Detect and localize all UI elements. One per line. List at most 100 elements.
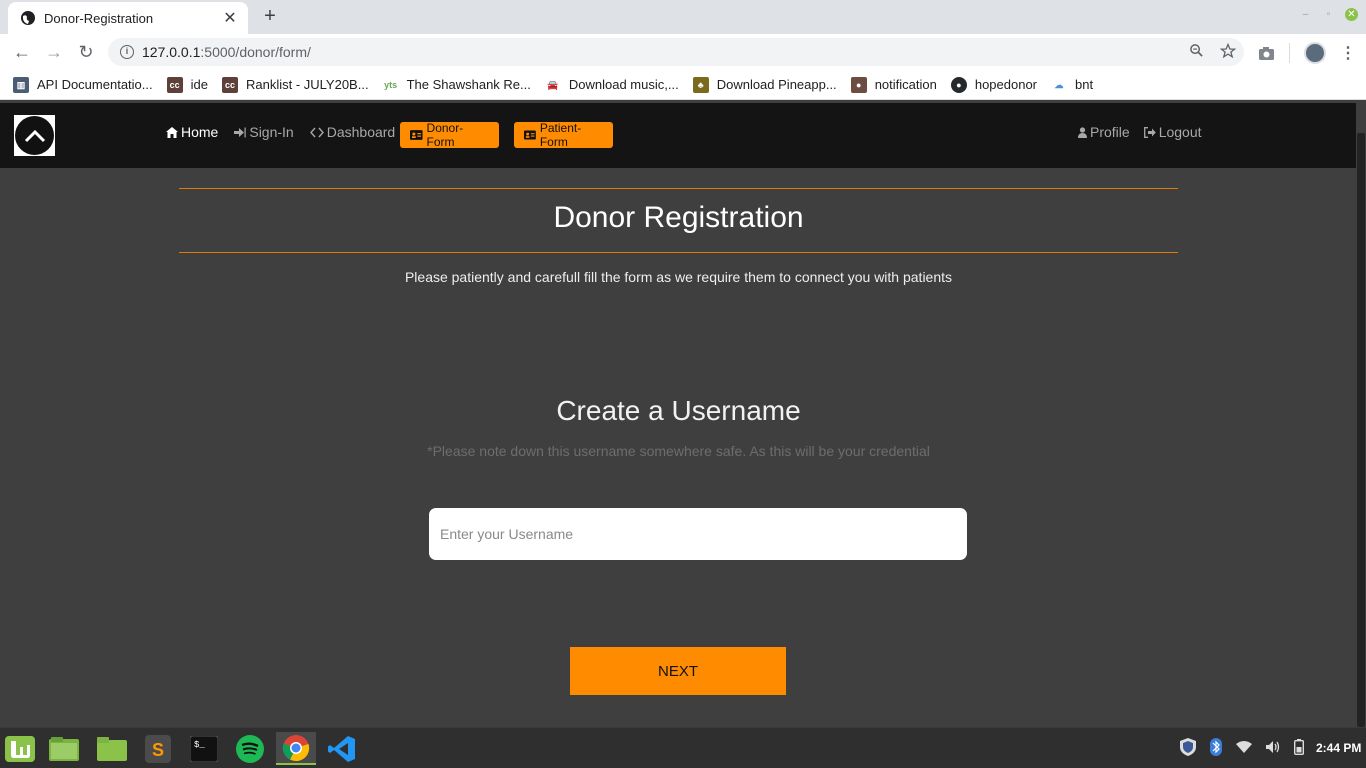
url-host: 127.0.0.1 <box>142 44 201 60</box>
scrollbar-thumb[interactable] <box>1357 133 1365 727</box>
codechef-icon: cc <box>166 76 183 93</box>
nav-signin[interactable]: Sign-In <box>234 124 294 140</box>
step-title: Create a Username <box>556 395 801 426</box>
nav-home-label: Home <box>181 124 219 140</box>
site-navbar: Home Sign-In Dashboard Donor-Form Patien… <box>0 103 1356 168</box>
camera-icon[interactable] <box>1258 46 1275 61</box>
terminal-icon: $_ <box>190 735 218 762</box>
user-icon <box>1078 126 1087 138</box>
car-icon: 🚘 <box>547 79 559 90</box>
taskbar-sublime[interactable]: S <box>138 732 178 765</box>
pineapple-icon: ♣ <box>692 76 709 93</box>
reload-icon[interactable]: ↻ <box>74 40 98 64</box>
codechef-icon: cc <box>221 76 238 93</box>
globe-icon <box>21 11 35 25</box>
bookmarks-bar: ▥ API Documentatio... cc ide cc Ranklist - … <box>0 70 1366 100</box>
page-viewport: Home Sign-In Dashboard Donor-Form Patien… <box>0 103 1366 727</box>
bookmark-item[interactable]: ● hopedonor <box>950 76 1037 93</box>
id-card-icon <box>410 130 423 140</box>
cloud-icon: ☁ <box>1054 79 1064 90</box>
bookmark-item[interactable]: ♣ Download Pineapp... <box>692 76 837 93</box>
shield-icon[interactable] <box>1180 738 1196 756</box>
bookmark-item[interactable]: ● notification <box>850 76 937 93</box>
nav-home[interactable]: Home <box>166 124 218 140</box>
page-title: Donor Registration <box>553 201 804 234</box>
bookmark-item[interactable]: 🚘 Download music,... <box>545 77 678 93</box>
bluetooth-icon[interactable] <box>1210 738 1222 756</box>
taskbar: S $_ 2:44 PM <box>0 727 1366 768</box>
page-subtitle: Please patiently and carefull fill the f… <box>404 269 953 285</box>
profile-avatar[interactable] <box>1304 42 1326 64</box>
taskbar-chrome[interactable] <box>276 732 316 765</box>
spotify-icon <box>236 734 264 763</box>
battery-icon[interactable] <box>1294 739 1304 755</box>
volume-icon[interactable] <box>1266 740 1280 754</box>
new-tab-button[interactable]: + <box>258 6 282 28</box>
files-icon <box>49 736 79 761</box>
sublime-text-icon: S <box>145 734 171 763</box>
photo-icon: ● <box>850 76 867 93</box>
site-logo[interactable] <box>14 115 55 156</box>
mint-menu-icon <box>5 735 35 762</box>
page-scrollbar[interactable] <box>1356 103 1366 727</box>
close-tab-icon[interactable]: ✕ <box>222 8 238 28</box>
nav-profile[interactable]: Profile <box>1078 124 1130 140</box>
logout-icon <box>1143 126 1156 138</box>
home-icon <box>166 126 178 138</box>
nav-logout-label: Logout <box>1158 124 1202 140</box>
info-icon[interactable]: i <box>120 45 134 59</box>
nav-dashboard[interactable]: Dashboard <box>309 124 396 140</box>
url-path: :5000/donor/form/ <box>200 44 311 60</box>
id-card-icon <box>524 130 536 140</box>
svg-text:S: S <box>152 740 164 760</box>
title-divider-bottom <box>179 252 1178 253</box>
mint-menu-button[interactable] <box>0 732 40 765</box>
taskbar-spotify[interactable] <box>230 732 270 765</box>
back-arrow-icon[interactable]: ← <box>10 40 34 64</box>
zoom-icon[interactable] <box>1189 43 1204 58</box>
bookmark-star-icon[interactable] <box>1220 43 1236 59</box>
code-icon <box>309 127 324 137</box>
window-controls: – ▫ ✕ <box>1299 8 1358 21</box>
step-note: *Please note down this username somewher… <box>427 443 930 459</box>
maximize-icon[interactable]: ▫ <box>1322 8 1335 21</box>
close-window-icon[interactable]: ✕ <box>1345 8 1358 21</box>
bookmark-item[interactable]: cc ide <box>166 76 208 93</box>
svg-text:$_: $_ <box>194 740 205 750</box>
bookmark-item[interactable]: ☁ bnt <box>1051 77 1094 93</box>
toolbar-divider <box>1289 43 1290 63</box>
tab-strip: Donor-Registration ✕ + – ▫ ✕ <box>0 0 1366 34</box>
browser-toolbar: ← → ↻ i 127.0.0.1:5000/donor/form/ ⋮ <box>0 34 1366 70</box>
bookmark-item[interactable]: ▥ API Documentatio... <box>13 76 153 93</box>
bookmark-item[interactable]: cc Ranklist - JULY20B... <box>221 76 369 93</box>
chrome-icon <box>282 734 310 761</box>
vscode-icon <box>328 735 355 762</box>
donor-form-label: Donor-Form <box>426 121 464 149</box>
nav-signin-label: Sign-In <box>249 124 294 140</box>
nav-logout[interactable]: Logout <box>1143 124 1202 140</box>
tab-title: Donor-Registration <box>44 10 154 26</box>
donor-form-button[interactable]: Donor-Form <box>400 121 499 149</box>
yts-icon: yts <box>384 79 398 90</box>
username-input[interactable] <box>429 508 967 560</box>
wifi-icon[interactable] <box>1236 741 1252 753</box>
next-button[interactable]: NEXT <box>570 647 786 695</box>
forward-arrow-icon[interactable]: → <box>42 40 66 64</box>
taskbar-files[interactable] <box>44 732 84 765</box>
system-tray <box>1180 738 1304 756</box>
minimize-icon[interactable]: – <box>1299 8 1312 21</box>
patient-form-button[interactable]: Patient-Form <box>514 121 613 149</box>
nav-dashboard-label: Dashboard <box>326 124 396 140</box>
folder-icon <box>97 736 127 761</box>
taskbar-vscode[interactable] <box>322 732 362 765</box>
bookmark-item[interactable]: yts The Shawshank Re... <box>383 77 531 93</box>
nav-profile-label: Profile <box>1090 124 1130 140</box>
sign-in-icon <box>234 127 247 137</box>
title-divider-top <box>179 188 1178 189</box>
address-bar[interactable]: i 127.0.0.1:5000/donor/form/ <box>108 38 1244 66</box>
taskbar-terminal[interactable]: $_ <box>184 732 224 765</box>
taskbar-clock[interactable]: 2:44 PM <box>1316 741 1361 755</box>
menu-kebab-icon[interactable]: ⋮ <box>1340 43 1356 63</box>
taskbar-folder[interactable] <box>92 732 132 765</box>
browser-tab[interactable]: Donor-Registration ✕ <box>8 2 248 34</box>
